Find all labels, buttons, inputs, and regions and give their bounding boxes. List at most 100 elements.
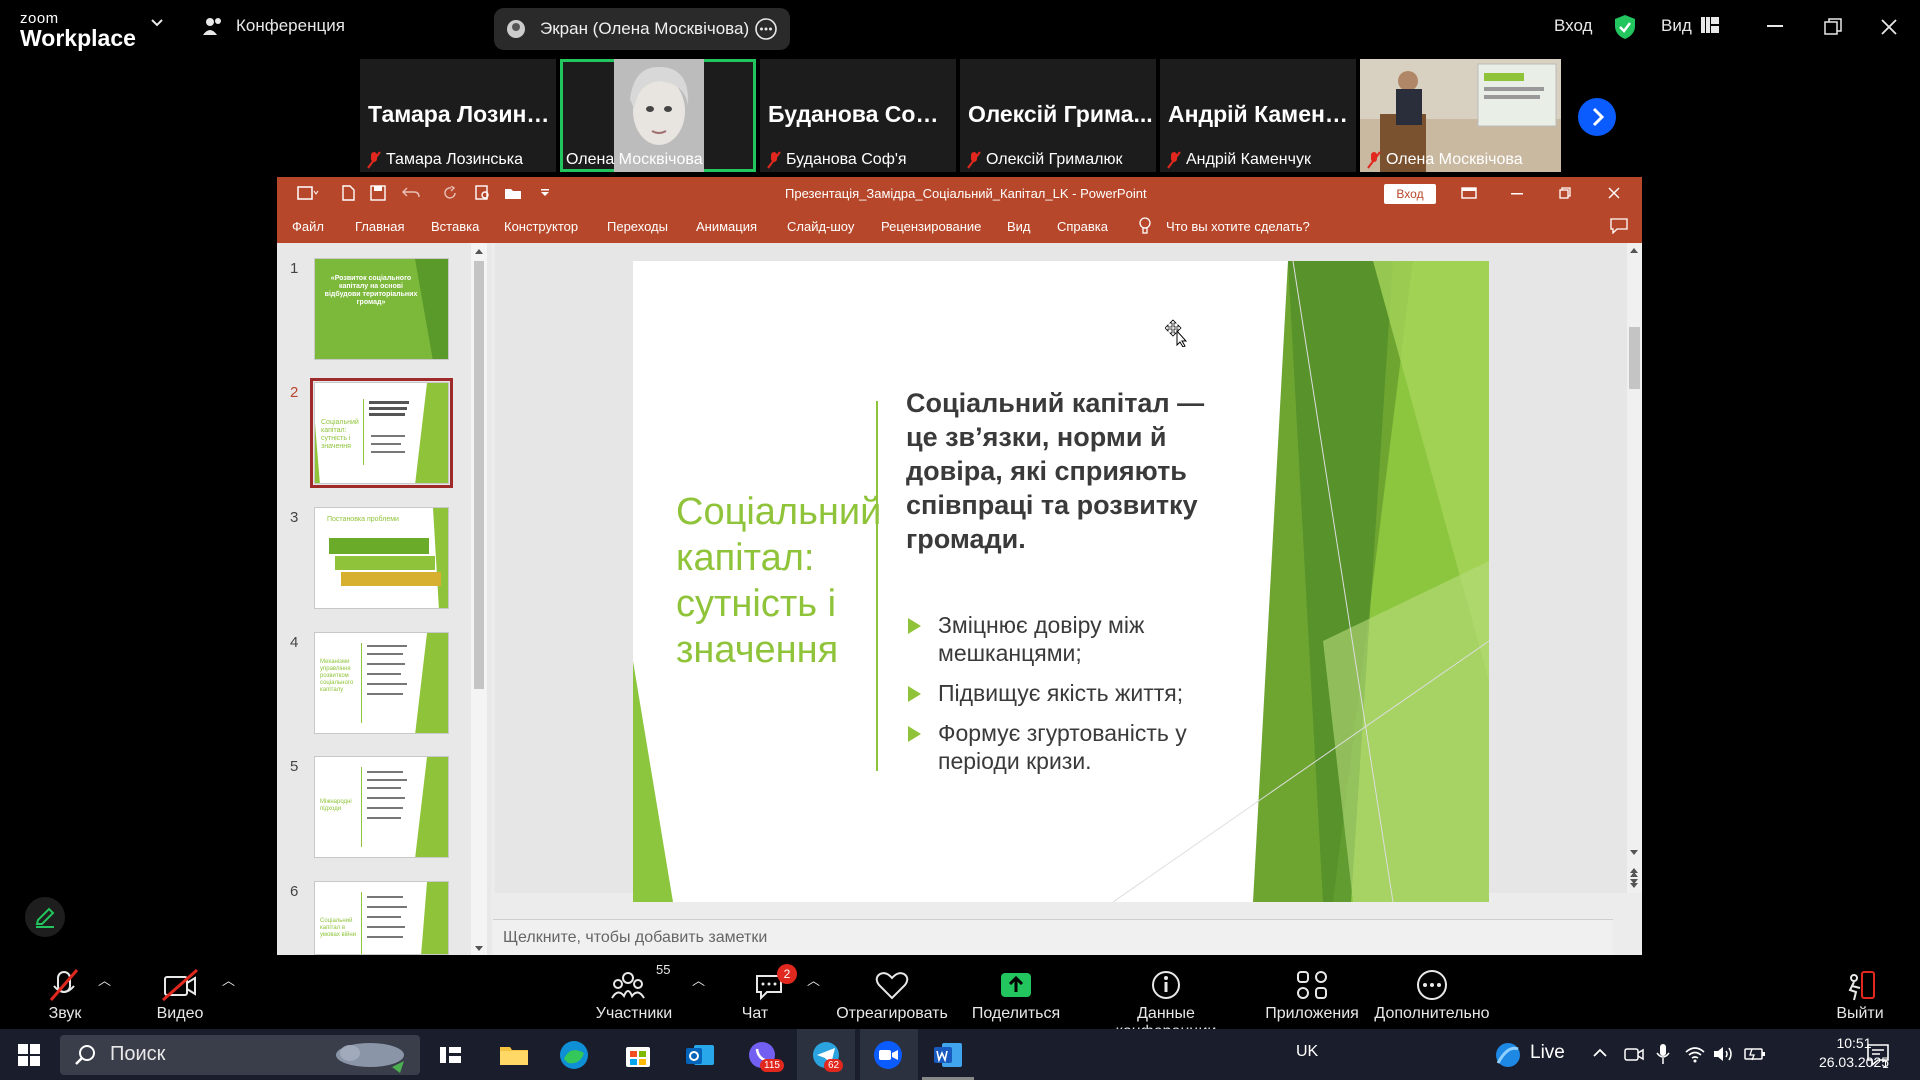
thumbnail-scrollbar[interactable] (471, 243, 487, 955)
slide-scrollbar[interactable] (1627, 243, 1642, 893)
ppt-close-icon[interactable] (1608, 187, 1620, 199)
participant-tile-video[interactable]: Олена Москвічова (1360, 59, 1561, 172)
leave-button[interactable]: Выйти (1810, 956, 1910, 1029)
scrollbar-thumb[interactable] (1629, 327, 1640, 389)
customize-toolbar-icon[interactable] (540, 189, 550, 197)
undo-icon[interactable] (402, 186, 420, 200)
redo-icon[interactable] (443, 186, 457, 200)
slide-thumbnail-4[interactable]: Механізми управління розвитком соціально… (314, 632, 449, 734)
participant-tile[interactable]: Тамара Лозинськ... Тамара Лозинська (360, 59, 556, 172)
prev-next-slide-icon[interactable] (1629, 867, 1639, 889)
slide-thumbnail-1[interactable]: «Розвиток соціального капіталу на основі… (314, 258, 449, 360)
ppt-minimize-icon[interactable] (1511, 193, 1523, 195)
tab-file[interactable]: Файл (292, 219, 324, 234)
scroll-down-icon[interactable] (1629, 849, 1639, 856)
participant-tile[interactable]: Андрій Каменч... Андрій Каменчук (1160, 59, 1356, 172)
heart-icon (875, 972, 909, 1000)
notes-pane[interactable]: Щелкните, чтобы добавить заметки (493, 919, 1613, 955)
speaker-icon[interactable] (1712, 1044, 1734, 1064)
print-preview-icon[interactable] (475, 185, 491, 201)
scroll-up-icon[interactable] (474, 248, 484, 255)
microsoft-store-icon[interactable] (620, 1037, 656, 1073)
next-page-button[interactable] (1578, 98, 1616, 136)
slide-thumbnail-3[interactable]: Постановка проблеми (314, 507, 449, 609)
screen-share-pill[interactable]: Экран (Олена Москвічова) (494, 8, 790, 50)
apps-button[interactable]: Приложения (1244, 956, 1380, 1029)
slide-thumbnail-2[interactable]: Соціальний капітал: сутність і значення (310, 378, 453, 488)
video-options-caret-icon[interactable]: ︿ (222, 970, 235, 989)
annotate-button[interactable] (25, 897, 65, 937)
video-button[interactable]: Видео (115, 956, 245, 1029)
scroll-down-icon[interactable] (474, 945, 484, 952)
chat-caret-icon[interactable]: ︿ (807, 970, 820, 989)
ppt-login-button[interactable]: Вход (1384, 184, 1436, 204)
conference-menu[interactable]: Конференция (202, 16, 345, 36)
tell-me-search[interactable]: Что вы хотите сделать? (1166, 219, 1310, 234)
wifi-icon[interactable] (1684, 1044, 1706, 1064)
tab-review[interactable]: Рецензирование (881, 219, 981, 234)
save-icon[interactable] (370, 185, 386, 201)
chevron-down-icon[interactable] (150, 18, 164, 28)
taskbar-search[interactable]: Поиск (60, 1035, 420, 1075)
layout-icon[interactable] (297, 186, 319, 200)
tab-home[interactable]: Главная (355, 219, 404, 234)
restore-icon[interactable] (1824, 18, 1842, 36)
muted-mic-icon (767, 151, 781, 169)
scroll-up-icon[interactable] (1629, 247, 1639, 254)
audio-button[interactable]: Звук (0, 956, 130, 1029)
grid-view-icon[interactable] (1701, 17, 1719, 33)
file-explorer-icon[interactable] (496, 1037, 532, 1073)
tab-design[interactable]: Конструктор (504, 219, 578, 234)
comments-icon[interactable] (1610, 218, 1628, 234)
login-link[interactable]: Вход (1554, 16, 1592, 36)
thumbnail-text: Соціальний капітал в умовах війни (320, 918, 357, 938)
meeting-info-button[interactable]: Данные конференции (1086, 956, 1246, 1040)
slide-thumbnail-6[interactable]: Соціальний капітал в умовах війни (314, 881, 449, 955)
more-button[interactable]: Дополнительно (1364, 956, 1500, 1029)
minimize-icon[interactable] (1767, 25, 1783, 29)
share-button[interactable]: Поделиться (948, 956, 1084, 1029)
ppt-restore-icon[interactable] (1559, 187, 1571, 199)
open-folder-icon[interactable] (504, 186, 522, 200)
audio-label: Звук (48, 1005, 82, 1022)
outlook-icon[interactable] (682, 1037, 718, 1073)
slide-thumbnail-5[interactable]: Міжнародні підходи (314, 756, 449, 858)
live-label[interactable]: Live (1530, 1042, 1565, 1064)
edge-browser-icon[interactable] (556, 1037, 592, 1073)
input-language[interactable]: UK (1296, 1043, 1318, 1061)
search-label: Поиск (110, 1043, 166, 1065)
more-options-icon[interactable] (754, 17, 778, 41)
ribbon-display-icon[interactable] (1461, 187, 1477, 199)
participant-tile[interactable]: Буданова Соф'я Буданова Соф'я (760, 59, 956, 172)
live-globe-icon[interactable] (1492, 1041, 1524, 1069)
tab-help[interactable]: Справка (1057, 219, 1108, 234)
task-view-icon[interactable] (432, 1037, 468, 1073)
zoom-app-icon[interactable] (870, 1037, 906, 1073)
new-file-icon[interactable] (342, 185, 355, 201)
thumbnail-text: Механізми управління розвитком соціально… (320, 659, 354, 693)
audio-options-caret-icon[interactable]: ︿ (98, 970, 111, 989)
windows-start-icon[interactable] (18, 1044, 40, 1066)
tray-expand-icon[interactable] (1592, 1048, 1608, 1058)
ppt-title-bar: Презентація_Замідра_Соціальний_Капітал_L… (277, 177, 1642, 209)
scrollbar-thumb[interactable] (474, 261, 484, 689)
tab-slideshow[interactable]: Слайд-шоу (787, 219, 854, 234)
tab-view[interactable]: Вид (1007, 219, 1031, 234)
participant-tile-video[interactable]: Олена Москвічова (560, 59, 756, 172)
tab-insert[interactable]: Вставка (431, 219, 479, 234)
tab-animations[interactable]: Анимация (696, 219, 757, 234)
tab-transitions[interactable]: Переходы (607, 219, 668, 234)
word-icon[interactable] (930, 1037, 966, 1073)
participant-tile[interactable]: Олексій Грима... Олексій Грималюк (960, 59, 1156, 172)
camera-tray-icon[interactable] (1624, 1045, 1644, 1063)
view-menu[interactable]: Вид (1661, 16, 1692, 36)
current-slide[interactable]: Соціальний капітал: сутність і значення … (633, 261, 1489, 902)
more-icon (1417, 970, 1447, 1000)
react-button[interactable]: Отреагировать (824, 956, 960, 1029)
security-shield-icon[interactable] (1614, 14, 1636, 40)
participants-icon (611, 972, 645, 999)
participants-caret-icon[interactable]: ︿ (692, 970, 705, 989)
microphone-tray-icon[interactable] (1656, 1043, 1670, 1065)
battery-icon[interactable] (1744, 1044, 1766, 1064)
close-icon[interactable] (1880, 18, 1898, 36)
